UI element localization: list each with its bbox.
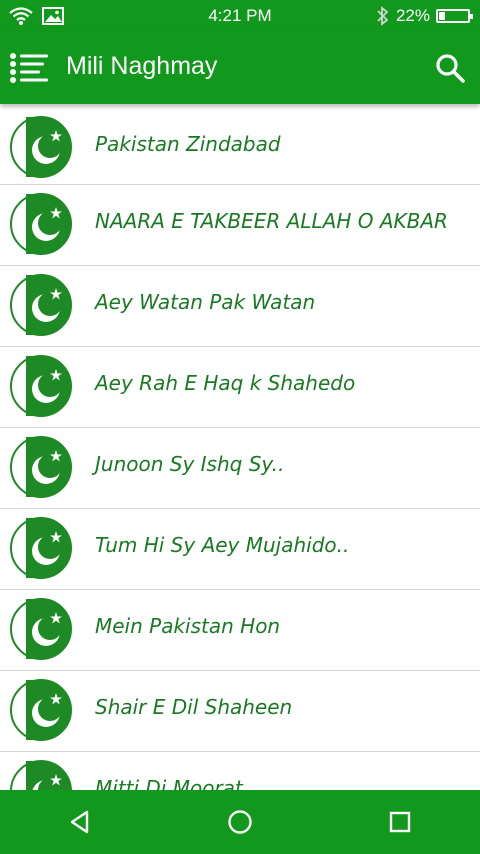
pakistan-flag-icon — [10, 436, 72, 498]
back-button[interactable] — [60, 802, 100, 842]
bluetooth-icon — [377, 6, 389, 26]
pakistan-flag-icon — [10, 517, 72, 579]
battery-fill — [439, 12, 446, 20]
song-list-item[interactable]: Mitti Di Moorat — [0, 752, 480, 790]
recents-icon — [389, 811, 411, 833]
navigation-bar — [0, 790, 480, 854]
song-list-item[interactable]: Pakistan Zindabad — [0, 104, 480, 185]
song-list-item[interactable]: Mein Pakistan Hon — [0, 590, 480, 671]
pakistan-flag-icon — [10, 355, 72, 417]
song-title: Pakistan Zindabad — [95, 132, 281, 156]
song-title: Mein Pakistan Hon — [95, 614, 281, 638]
song-title: Tum Hi Sy Aey Mujahido.. — [95, 533, 350, 557]
pakistan-flag-icon — [10, 679, 72, 741]
status-right-icons: 22% — [376, 6, 473, 26]
recents-button[interactable] — [380, 802, 420, 842]
pakistan-flag-icon — [10, 116, 72, 178]
battery-icon — [436, 9, 473, 23]
song-list-item[interactable]: NAARA E TAKBEER ALLAH O AKBAR — [0, 185, 480, 266]
pakistan-flag-icon — [10, 760, 72, 790]
search-icon[interactable] — [434, 52, 466, 84]
app-title: Mili Naghmay — [66, 52, 218, 80]
back-icon — [70, 810, 89, 834]
pakistan-flag-icon — [10, 274, 72, 336]
app-bar: Mili Naghmay — [0, 32, 480, 104]
song-title: Junoon Sy Ishq Sy.. — [95, 452, 285, 476]
song-title: NAARA E TAKBEER ALLAH O AKBAR — [95, 209, 448, 233]
song-list-item[interactable]: Junoon Sy Ishq Sy.. — [0, 428, 480, 509]
status-bar: 4:21 PM 22% — [0, 0, 480, 32]
pakistan-flag-icon — [10, 193, 72, 255]
home-button[interactable] — [220, 802, 260, 842]
song-list-item[interactable]: Shair E Dil Shaheen — [0, 671, 480, 752]
home-icon — [228, 810, 252, 834]
song-title: Aey Rah E Haq k Shahedo — [95, 371, 356, 395]
song-list-item[interactable]: Aey Watan Pak Watan — [0, 266, 480, 347]
song-list-item[interactable]: Aey Rah E Haq k Shahedo — [0, 347, 480, 428]
battery-percent: 22% — [395, 6, 430, 25]
song-title: Aey Watan Pak Watan — [95, 290, 316, 314]
pakistan-flag-icon — [10, 598, 72, 660]
song-title: Mitti Di Moorat — [95, 776, 243, 790]
menu-list-icon[interactable] — [8, 50, 50, 86]
song-list[interactable]: Pakistan Zindabad NAARA E TAKBEER ALLAH … — [0, 104, 480, 790]
song-title: Shair E Dil Shaheen — [95, 695, 293, 719]
song-list-item[interactable]: Tum Hi Sy Aey Mujahido.. — [0, 509, 480, 590]
